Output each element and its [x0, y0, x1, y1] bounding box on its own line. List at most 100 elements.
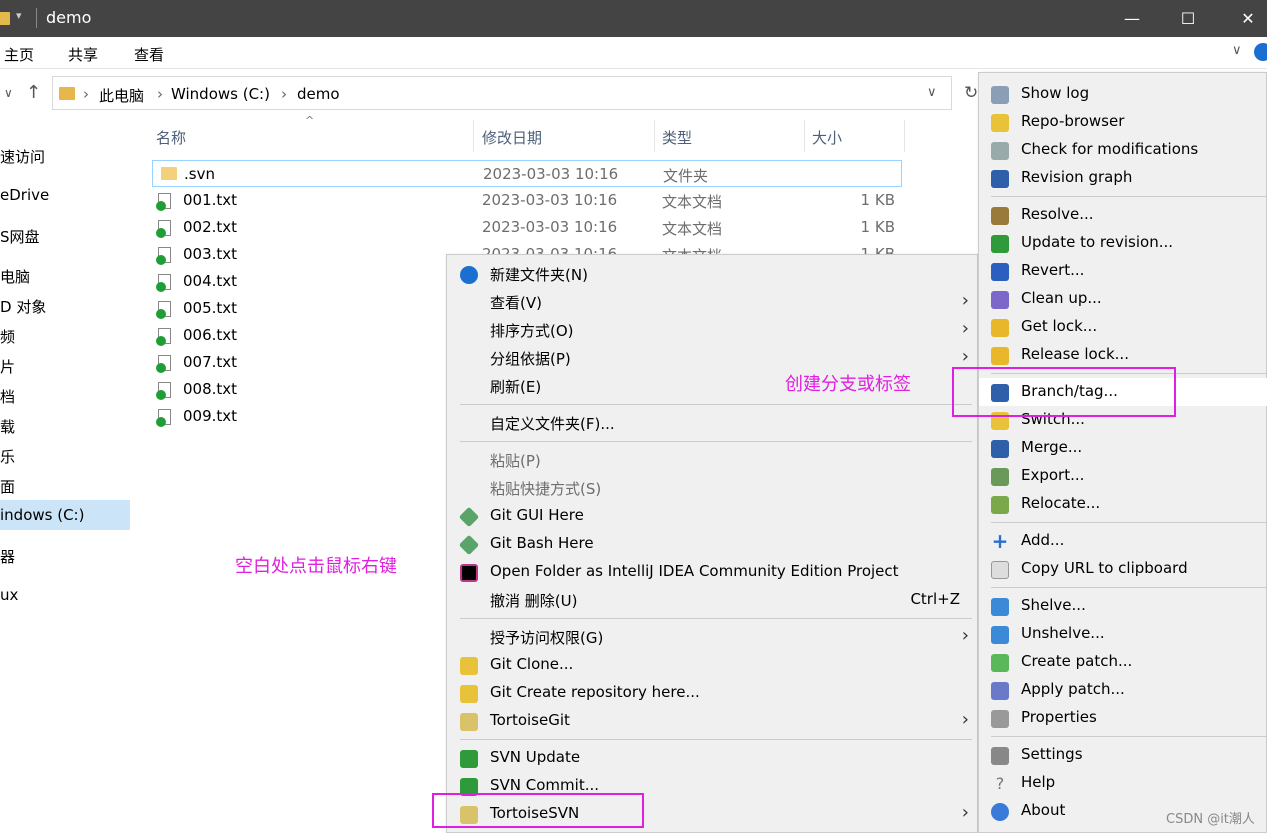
- file-date: 2023-03-03 10:16: [482, 218, 618, 236]
- nav-item-netdisk[interactable]: S网盘: [0, 226, 40, 247]
- menu-item-svn-update[interactable]: SVN Update: [447, 744, 977, 772]
- svn-item-update-to-revision[interactable]: Update to revision...: [979, 229, 1267, 257]
- nav-item-linux[interactable]: ux: [0, 586, 18, 604]
- column-header-size[interactable]: 大小: [812, 127, 842, 148]
- column-divider[interactable]: [473, 120, 474, 152]
- svn-item-release-lock[interactable]: Release lock...: [979, 341, 1267, 369]
- menu-label: Repo-browser: [1021, 112, 1125, 130]
- file-name: 002.txt: [183, 218, 238, 236]
- svn-item-settings[interactable]: Settings: [979, 741, 1267, 769]
- settings-icon: [991, 747, 1009, 765]
- menu-item-intellij[interactable]: Open Folder as IntelliJ IDEA Community E…: [447, 558, 977, 586]
- svn-item-revert[interactable]: Revert...: [979, 257, 1267, 285]
- nav-item-desktop[interactable]: 面: [0, 476, 15, 497]
- menu-item-tortoisegit[interactable]: TortoiseGit ›: [447, 707, 977, 735]
- nav-item-downloads[interactable]: 载: [0, 416, 15, 437]
- menu-item-git-gui[interactable]: Git GUI Here: [447, 502, 977, 530]
- svn-item-check-mods[interactable]: Check for modifications: [979, 136, 1267, 164]
- chevron-right-icon[interactable]: ›: [157, 85, 163, 103]
- menu-label: Shelve...: [1021, 596, 1086, 614]
- svn-item-resolve[interactable]: Resolve...: [979, 201, 1267, 229]
- menu-label: 自定义文件夹(F)...: [490, 415, 615, 433]
- svn-item-copy-url[interactable]: Copy URL to clipboard: [979, 555, 1267, 583]
- menu-item-git-bash[interactable]: Git Bash Here: [447, 530, 977, 558]
- folder-icon: [59, 87, 75, 100]
- svn-item-merge[interactable]: Merge...: [979, 434, 1267, 462]
- tab-home[interactable]: 主页: [4, 44, 34, 65]
- file-row[interactable]: 002.txt 2023-03-03 10:16 文本文档 1 KB: [152, 214, 902, 241]
- nav-item-other[interactable]: 器: [0, 546, 15, 567]
- up-arrow-icon[interactable]: ↑: [26, 82, 41, 103]
- menu-item-git-create[interactable]: Git Create repository here...: [447, 679, 977, 707]
- menu-label: TortoiseGit: [490, 711, 570, 729]
- menu-label: Release lock...: [1021, 345, 1129, 363]
- tab-view[interactable]: 查看: [134, 44, 164, 65]
- chevron-right-icon[interactable]: ›: [281, 85, 287, 103]
- svn-item-unshelve[interactable]: Unshelve...: [979, 620, 1267, 648]
- nav-item-videos[interactable]: 频: [0, 326, 15, 347]
- tab-share[interactable]: 共享: [68, 44, 98, 65]
- chevron-right-icon[interactable]: ›: [83, 85, 89, 103]
- svn-item-apply-patch[interactable]: Apply patch...: [979, 676, 1267, 704]
- svn-item-export[interactable]: Export...: [979, 462, 1267, 490]
- nav-item-music[interactable]: 乐: [0, 446, 15, 467]
- column-header-date[interactable]: 修改日期: [482, 127, 542, 148]
- svn-item-create-patch[interactable]: Create patch...: [979, 648, 1267, 676]
- breadcrumb-drive[interactable]: Windows (C:): [171, 85, 270, 103]
- menu-item-customize[interactable]: 自定义文件夹(F)...: [447, 409, 977, 437]
- menu-item-git-clone[interactable]: Git Clone...: [447, 651, 977, 679]
- nav-item-quick-access[interactable]: 速访问: [0, 146, 45, 167]
- minimize-button[interactable]: —: [1109, 0, 1155, 37]
- svn-item-add[interactable]: + Add...: [979, 527, 1267, 555]
- file-row-svn[interactable]: .svn 2023-03-03 10:16 文件夹: [152, 160, 902, 187]
- file-row[interactable]: 001.txt 2023-03-03 10:16 文本文档 1 KB: [152, 187, 902, 214]
- svn-item-get-lock[interactable]: Get lock...: [979, 313, 1267, 341]
- svn-item-repo-browser[interactable]: Repo-browser: [979, 108, 1267, 136]
- menu-item-grant-access[interactable]: 授予访问权限(G) ›: [447, 623, 977, 651]
- svn-item-show-log[interactable]: Show log: [979, 80, 1267, 108]
- breadcrumb-demo[interactable]: demo: [297, 85, 340, 103]
- svn-normal-file-icon: [156, 355, 171, 373]
- nav-item-this-pc[interactable]: 电脑: [0, 266, 30, 287]
- column-header-type[interactable]: 类型: [662, 127, 692, 148]
- column-divider[interactable]: [804, 120, 805, 152]
- nav-item-3d-objects[interactable]: D 对象: [0, 296, 46, 317]
- menu-label: Git Create repository here...: [490, 683, 700, 701]
- address-dropdown-icon[interactable]: ∨: [927, 85, 937, 100]
- address-bar[interactable]: › 此电脑 › Windows (C:) › demo ∨: [52, 76, 952, 110]
- svn-normal-file-icon: [156, 220, 171, 238]
- column-divider[interactable]: [904, 120, 905, 152]
- file-name: 003.txt: [183, 245, 238, 263]
- svn-item-revision-graph[interactable]: Revision graph: [979, 164, 1267, 192]
- chevron-right-icon: ›: [961, 709, 969, 730]
- refresh-icon[interactable]: ↻: [964, 83, 978, 103]
- nav-item-documents[interactable]: 档: [0, 386, 15, 407]
- svn-normal-file-icon: [156, 193, 171, 211]
- column-divider[interactable]: [654, 120, 655, 152]
- ribbon-expand-icon[interactable]: ∨: [1232, 43, 1242, 58]
- menu-item-new-folder[interactable]: 新建文件夹(N): [447, 260, 977, 288]
- svn-item-relocate[interactable]: Relocate...: [979, 490, 1267, 518]
- menu-item-view[interactable]: 查看(V) ›: [447, 288, 977, 316]
- nav-item-onedrive[interactable]: eDrive: [0, 186, 49, 204]
- menu-item-sort[interactable]: 排序方式(O) ›: [447, 316, 977, 344]
- file-size: 1 KB: [860, 218, 895, 236]
- recent-locations-icon[interactable]: ∨: [4, 86, 13, 100]
- menu-item-undo-delete[interactable]: 撤消 删除(U) Ctrl+Z: [447, 586, 977, 614]
- help-icon[interactable]: [1254, 43, 1267, 61]
- highlight-box-tortoisesvn: [432, 793, 644, 828]
- svn-item-help[interactable]: ? Help: [979, 769, 1267, 797]
- svn-item-properties[interactable]: Properties: [979, 704, 1267, 732]
- nav-item-pictures[interactable]: 片: [0, 356, 15, 377]
- svn-normal-file-icon: [156, 274, 171, 292]
- column-header-name[interactable]: 名称: [156, 127, 186, 148]
- quick-access-dropdown-icon[interactable]: ▾: [16, 9, 22, 22]
- menu-item-paste: 粘贴(P): [447, 446, 977, 474]
- menu-item-group[interactable]: 分组依据(P) ›: [447, 344, 977, 372]
- svn-item-clean-up[interactable]: Clean up...: [979, 285, 1267, 313]
- maximize-button[interactable]: ☐: [1165, 0, 1211, 37]
- close-button[interactable]: ✕: [1225, 0, 1267, 37]
- svn-item-shelve[interactable]: Shelve...: [979, 592, 1267, 620]
- nav-item-windows-c[interactable]: indows (C:): [0, 506, 84, 524]
- breadcrumb-this-pc[interactable]: 此电脑: [99, 85, 144, 106]
